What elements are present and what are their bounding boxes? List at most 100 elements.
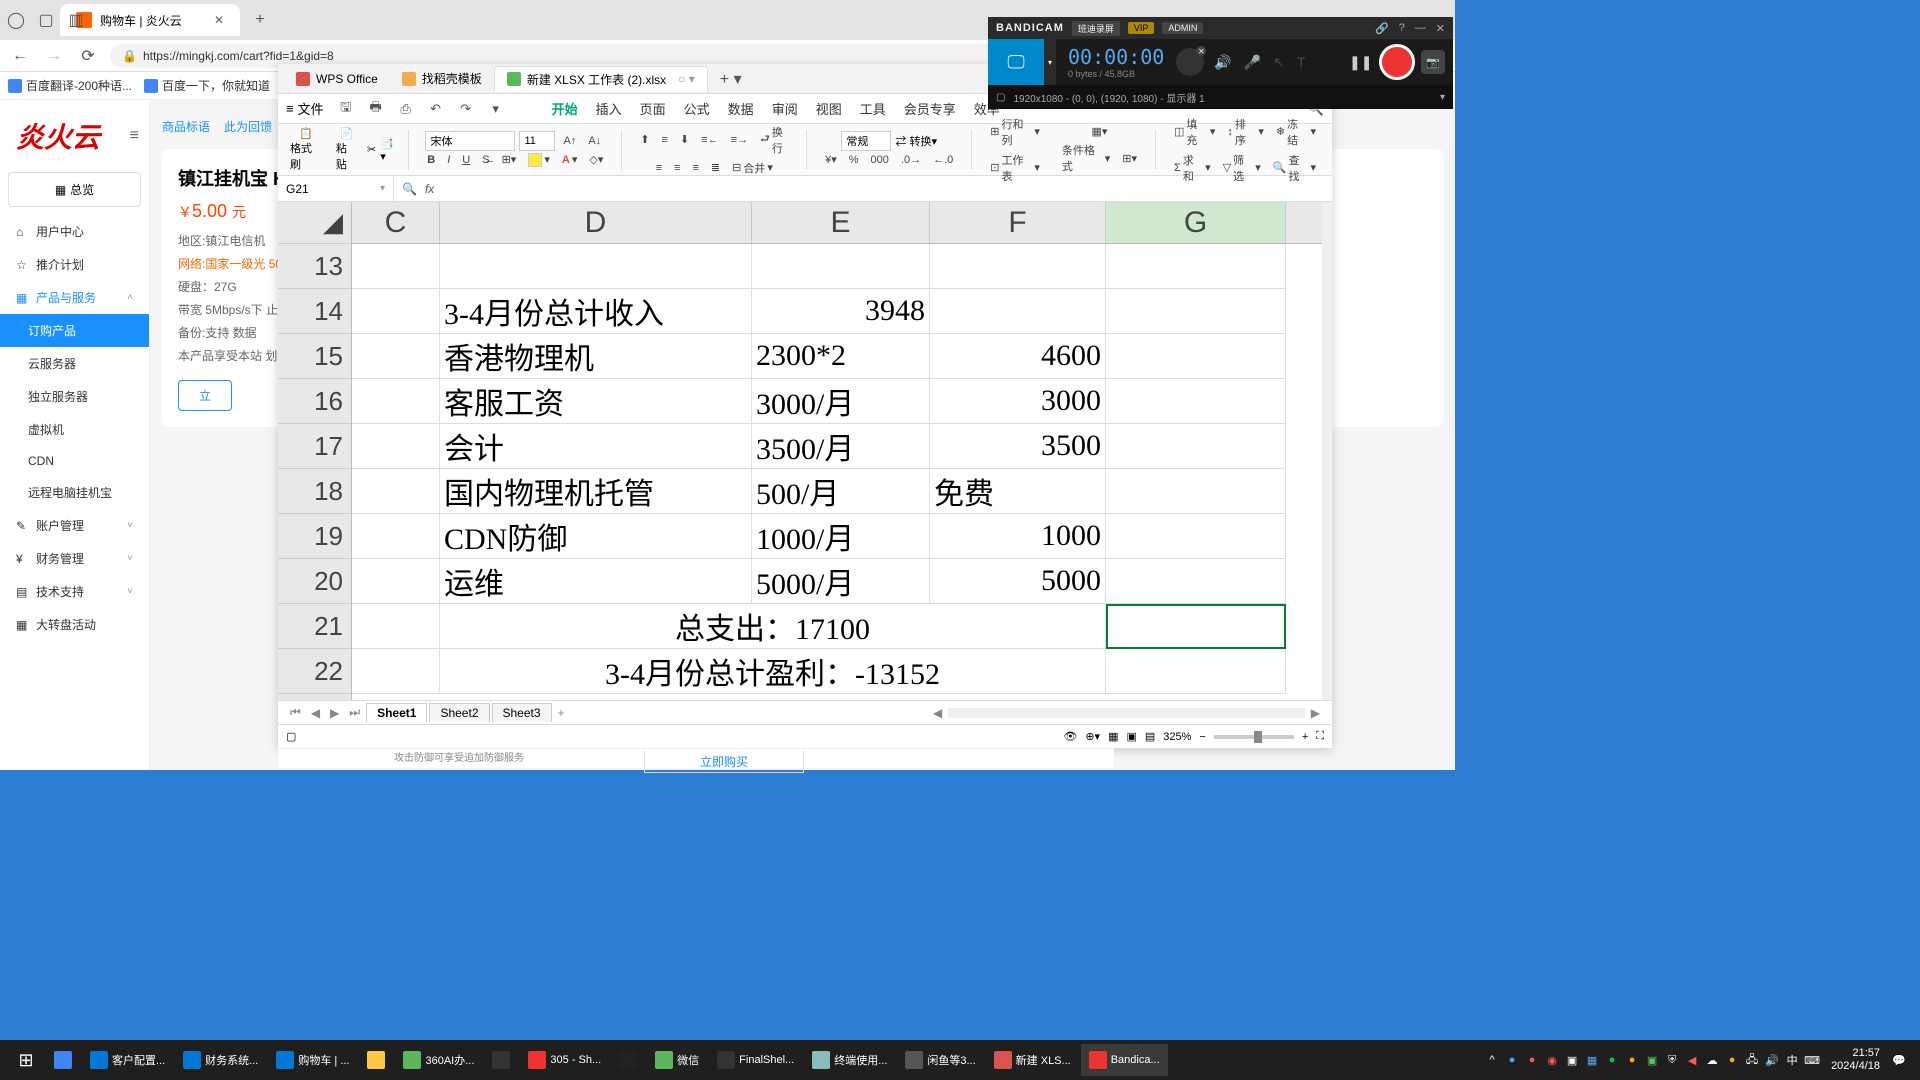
cell[interactable] [1106, 289, 1286, 334]
view-icon[interactable]: 👁 [1063, 730, 1077, 743]
underline-button[interactable]: U [458, 152, 474, 168]
sidebar-item[interactable]: 订购产品 [0, 314, 149, 347]
cell[interactable] [352, 334, 440, 379]
sheet-tab[interactable]: Sheet1 [366, 703, 427, 722]
cursor-icon[interactable]: ↖ [1273, 54, 1285, 71]
cell[interactable]: 500/月 [752, 469, 930, 514]
sidebar-item[interactable]: 独立服务器 [0, 380, 149, 413]
bandicam-titlebar[interactable]: BANDICAM 班迪录屏 VIP ADMIN 🔗 ? — ✕ [988, 17, 1453, 39]
cell[interactable] [352, 424, 440, 469]
font-color-button[interactable]: A▾ [558, 151, 581, 168]
cell[interactable]: 3000 [930, 379, 1106, 424]
filter-button[interactable]: ▽ 筛选▾ [1219, 150, 1265, 186]
tray-icon[interactable]: ◀ [1685, 1053, 1699, 1067]
cell[interactable] [352, 559, 440, 604]
hscroll-right-icon[interactable]: ▶ [1307, 706, 1324, 720]
taskbar-task[interactable] [484, 1044, 518, 1076]
decimal-dec-icon[interactable]: ←.0 [929, 152, 957, 168]
save-icon[interactable]: 🖫 [338, 101, 354, 117]
pagebreak-view-icon[interactable]: ▤ [1145, 730, 1155, 743]
menu-工具[interactable]: 工具 [860, 99, 886, 118]
cell[interactable]: 免费 [930, 469, 1106, 514]
file-menu[interactable]: ≡文件 [286, 99, 324, 118]
col-header-C[interactable]: C [352, 202, 440, 243]
tag-link[interactable]: 商品标语 [162, 118, 210, 135]
cell[interactable] [352, 514, 440, 559]
taskbar-task[interactable]: Bandica... [1081, 1044, 1168, 1076]
sidebar-item[interactable]: 远程电脑挂机宝 [0, 476, 149, 509]
align-center-icon[interactable]: ≡ [670, 160, 684, 176]
start-button[interactable]: ⊞ [6, 1040, 46, 1080]
row-header-16[interactable]: 16 [278, 379, 351, 424]
menu-开始[interactable]: 开始 [552, 99, 578, 118]
sheet-tab[interactable]: Sheet2 [429, 703, 489, 722]
fullscreen-icon[interactable]: ⛶ [1316, 730, 1324, 743]
row-header-13[interactable]: 13 [278, 244, 351, 289]
tray-icon[interactable]: ☁ [1705, 1053, 1719, 1067]
align-middle-icon[interactable]: ≡ [658, 132, 672, 148]
chevron-down-icon[interactable]: ▾ [380, 183, 385, 194]
ime-indicator[interactable]: 中 [1785, 1053, 1799, 1067]
tag-link[interactable]: 此为回馈 [224, 118, 272, 135]
cell[interactable]: 3500 [930, 424, 1106, 469]
doc-tab[interactable]: 找稻壳模板 [390, 66, 494, 92]
cell-style-icon[interactable]: ▦▾ [1087, 123, 1111, 140]
volume-icon[interactable]: 🔊 [1765, 1053, 1779, 1067]
tray-icon[interactable]: ⛨ [1665, 1053, 1679, 1067]
find-button[interactable]: 🔍 查找▾ [1269, 150, 1320, 186]
ime-mode-icon[interactable]: ⌨ [1805, 1053, 1819, 1067]
row-header-15[interactable]: 15 [278, 334, 351, 379]
merge-button[interactable]: ⊟ 合并▾ [728, 158, 777, 178]
active-cell[interactable] [1106, 604, 1286, 649]
undo-icon[interactable]: ↶ [428, 101, 444, 117]
indent-right-icon[interactable]: ≡→ [727, 132, 752, 148]
cell[interactable]: 国内物理机托管 [440, 469, 752, 514]
taskbar-task[interactable] [46, 1044, 80, 1076]
sheet-last-icon[interactable]: ⏭ [345, 705, 364, 720]
cells[interactable]: 3-4月份总计收入3948香港物理机2300*24600客服工资3000/月30… [352, 244, 1322, 700]
cell[interactable] [930, 289, 1106, 334]
menu-页面[interactable]: 页面 [640, 99, 666, 118]
col-header-F[interactable]: F [930, 202, 1106, 243]
sort-button[interactable]: ↕ 排序▾ [1223, 114, 1268, 150]
font-select[interactable] [425, 131, 515, 151]
cell[interactable] [440, 244, 752, 289]
sidebar-item[interactable]: 虚拟机 [0, 413, 149, 446]
row-header-22[interactable]: 22 [278, 649, 351, 694]
doc-tab[interactable]: WPS Office [284, 66, 390, 92]
text-icon[interactable]: T [1297, 54, 1306, 71]
menu-视图[interactable]: 视图 [816, 99, 842, 118]
number-format-select[interactable] [841, 131, 891, 151]
tray-icon[interactable]: ◉ [1545, 1053, 1559, 1067]
cell[interactable] [352, 649, 440, 694]
tray-icon[interactable]: ● [1605, 1053, 1619, 1067]
sheet-prev-icon[interactable]: ◀ [307, 706, 324, 720]
tray-icon[interactable]: ▣ [1565, 1053, 1579, 1067]
select-all-corner[interactable]: ◢ [278, 202, 351, 244]
clipboard-icon[interactable]: 📋 [299, 127, 313, 140]
align-left-icon[interactable]: ≡ [652, 160, 666, 176]
strike-button[interactable]: S̶ [478, 152, 493, 168]
taskbar-task[interactable] [359, 1044, 393, 1076]
tray-icon[interactable]: ● [1525, 1053, 1539, 1067]
cell[interactable]: 客服工资 [440, 379, 752, 424]
menu-审阅[interactable]: 审阅 [772, 99, 798, 118]
format-brush-label[interactable]: 格式刷 [290, 140, 322, 172]
cell[interactable] [1106, 649, 1286, 694]
cell[interactable] [352, 379, 440, 424]
cell[interactable] [1106, 379, 1286, 424]
row-header-17[interactable]: 17 [278, 424, 351, 469]
cell[interactable]: 香港物理机 [440, 334, 752, 379]
sidebar-item[interactable]: ▦大转盘活动 [0, 608, 149, 641]
sidebar-item[interactable]: ⌂用户中心 [0, 215, 149, 248]
align-bottom-icon[interactable]: ⬇ [676, 131, 693, 148]
mic-icon[interactable]: 🎤 [1244, 54, 1261, 71]
col-header-D[interactable]: D [440, 202, 752, 243]
menu-会员专享[interactable]: 会员专享 [904, 99, 956, 118]
page-view-icon[interactable]: ▣ [1126, 730, 1136, 743]
buy-now-button[interactable]: 立即购买 [644, 751, 804, 773]
cell[interactable]: 1000/月 [752, 514, 930, 559]
tray-icon[interactable]: ▦ [1585, 1053, 1599, 1067]
cond-format-button[interactable]: 条件格式▾ [1058, 140, 1114, 176]
decrease-font-icon[interactable]: A↓ [584, 133, 605, 149]
